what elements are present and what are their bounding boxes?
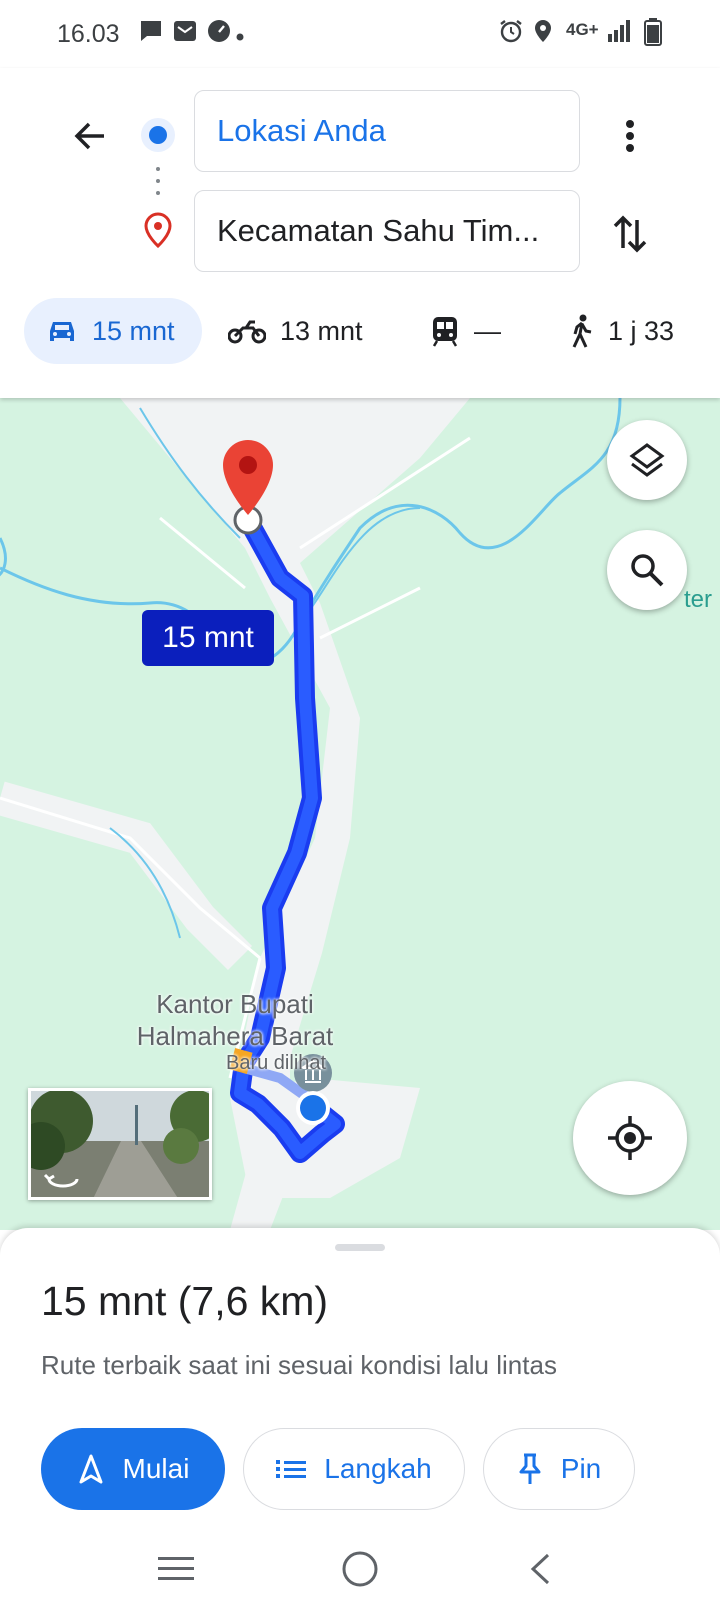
- layers-icon: [629, 443, 665, 477]
- back-button[interactable]: [62, 108, 118, 164]
- pin-button-label: Pin: [560, 1453, 602, 1484]
- walk-icon: [572, 314, 592, 348]
- system-nav-bar: [0, 1530, 720, 1612]
- destination-pin-icon: [143, 212, 173, 249]
- map-search-button[interactable]: [607, 530, 687, 610]
- network-type: 4G+: [566, 20, 599, 39]
- alarm-icon: [498, 18, 524, 49]
- map-view[interactable]: ter 15 mnt Kantor Bupati Halmahera Barat…: [0, 398, 720, 1230]
- car-icon: [50, 322, 74, 341]
- swap-button[interactable]: [606, 206, 654, 262]
- list-icon: [276, 1460, 307, 1478]
- mail-icon: [172, 18, 198, 49]
- sheet-drag-handle[interactable]: [335, 1244, 385, 1251]
- speedometer-icon: [206, 18, 232, 49]
- poi-label[interactable]: Kantor Bupati Halmahera Barat: [110, 988, 360, 1052]
- dot-icon: [236, 28, 244, 46]
- route-eta-bubble[interactable]: 15 mnt: [142, 610, 274, 666]
- destination-input[interactable]: Kecamatan Sahu Tim...: [194, 190, 580, 272]
- recent-apps-button[interactable]: [146, 1544, 206, 1594]
- tab-motorcycle-label: 13 mnt: [280, 315, 363, 346]
- poi-name-line1: Kantor Bupati: [156, 989, 314, 1019]
- my-location-icon: [608, 1116, 652, 1160]
- status-bar: 16.03 4G+: [0, 0, 720, 68]
- arrow-back-icon: [74, 122, 104, 150]
- map-edge-label: ter: [684, 586, 713, 613]
- street-view-thumbnail[interactable]: [28, 1088, 212, 1200]
- tab-transit[interactable]: —: [430, 298, 501, 364]
- poi-subtitle: Baru dilihat: [226, 1052, 327, 1074]
- directions-header: Lokasi Anda Kecamatan Sahu Tim... 15 mnt…: [0, 68, 720, 398]
- tab-walk[interactable]: 1 j 33: [568, 298, 674, 364]
- travel-mode-tabs: 15 mnt 13 mnt — 1 j 33: [0, 298, 720, 368]
- origin-input[interactable]: Lokasi Anda: [194, 90, 580, 172]
- message-icon: [138, 18, 164, 49]
- origin-dot-icon: [140, 117, 176, 153]
- location-icon: [532, 18, 554, 49]
- tab-transit-label: —: [474, 315, 501, 346]
- more-options-button[interactable]: [606, 108, 654, 164]
- street-view-image: [31, 1091, 209, 1197]
- route-dots-icon: [155, 166, 161, 200]
- poi-name-line2: Halmahera Barat: [136, 1021, 334, 1051]
- tab-walk-label: 1 j 33: [608, 315, 675, 346]
- route-summary-subtitle: Rute terbaik saat ini sesuai kondisi lal…: [41, 1350, 557, 1380]
- pin-button[interactable]: Pin: [483, 1428, 635, 1510]
- battery-icon: [644, 18, 662, 51]
- start-button[interactable]: Mulai: [41, 1428, 225, 1510]
- layers-button[interactable]: [607, 420, 687, 500]
- train-icon: [432, 317, 458, 347]
- more-vert-icon: [626, 120, 634, 152]
- steps-button-label: Langkah: [324, 1453, 432, 1484]
- recent-apps-icon: [158, 1557, 194, 1580]
- tab-car-label: 15 mnt: [92, 315, 175, 346]
- chevron-left-icon: [530, 1553, 550, 1585]
- my-location-button[interactable]: [573, 1081, 687, 1195]
- system-back-button[interactable]: [510, 1544, 570, 1594]
- status-time: 16.03: [57, 20, 120, 48]
- navigation-icon: [79, 1454, 103, 1484]
- home-circle-icon: [342, 1551, 378, 1587]
- home-button[interactable]: [330, 1544, 390, 1594]
- tab-motorcycle[interactable]: 13 mnt: [228, 298, 363, 364]
- tab-car[interactable]: 15 mnt: [24, 298, 202, 364]
- signal-icon: [606, 18, 632, 49]
- route-summary-title: 15 mnt (7,6 km): [41, 1278, 329, 1324]
- start-button-label: Mulai: [122, 1453, 190, 1484]
- search-icon: [631, 554, 664, 587]
- swap-vert-icon: [613, 215, 647, 253]
- pin-icon: [519, 1453, 541, 1484]
- steps-button[interactable]: Langkah: [243, 1428, 465, 1510]
- motorcycle-icon: [228, 320, 266, 344]
